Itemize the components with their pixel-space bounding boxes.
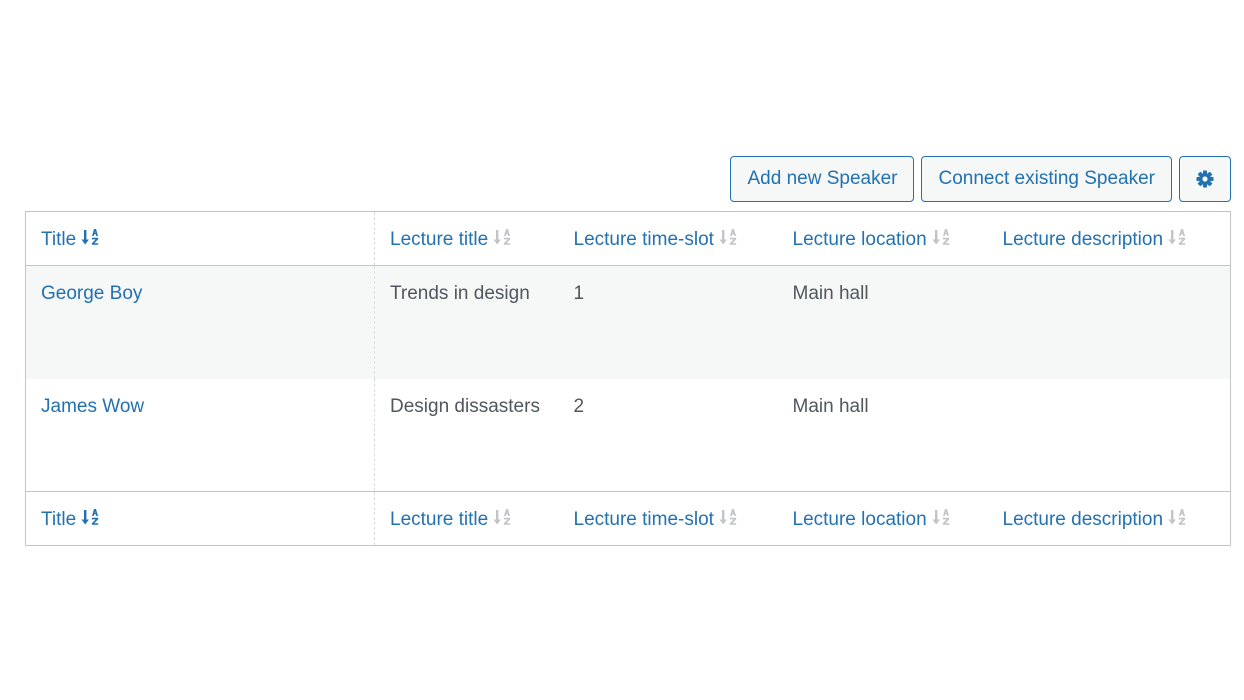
sort-active-icon <box>81 507 101 527</box>
column-label: Lecture title <box>390 508 489 530</box>
column-header-lecture-location[interactable]: Lecture location <box>778 212 988 266</box>
column-footer-lecture-title[interactable]: Lecture title <box>375 492 559 546</box>
lecture-description-cell <box>987 378 1231 492</box>
lecture-location-cell: Main hall <box>777 265 988 379</box>
column-label: Lecture location <box>792 508 927 530</box>
table-header-row: Title Lecture title Lecture time-slot Le… <box>25 211 1231 266</box>
column-header-lecture-title[interactable]: Lecture title <box>375 212 559 266</box>
column-header-lecture-description[interactable]: Lecture description <box>988 212 1231 266</box>
settings-button[interactable] <box>1179 156 1231 202</box>
column-label: Lecture title <box>390 228 489 250</box>
table-row: George Boy Trends in design 1 Main hall <box>25 265 1231 379</box>
lecture-time-slot-cell: 2 <box>558 378 778 492</box>
add-new-speaker-button[interactable]: Add new Speaker <box>730 156 915 202</box>
column-footer-lecture-description[interactable]: Lecture description <box>988 492 1231 546</box>
column-header-title[interactable]: Title <box>25 211 375 266</box>
sort-active-icon <box>81 227 101 247</box>
sort-inactive-icon <box>493 507 513 527</box>
table-row: James Wow Design dissasters 2 Main hall <box>25 378 1231 492</box>
lecture-description-cell <box>987 265 1231 379</box>
gear-icon <box>1195 169 1215 189</box>
column-footer-lecture-location[interactable]: Lecture location <box>778 492 988 546</box>
column-label: Lecture description <box>1002 508 1164 530</box>
speaker-title-link[interactable]: James Wow <box>25 378 375 492</box>
connect-existing-speaker-button[interactable]: Connect existing Speaker <box>921 156 1172 202</box>
lecture-title-cell: Design dissasters <box>374 378 559 492</box>
column-label: Title <box>41 228 77 250</box>
lecture-title-cell: Trends in design <box>374 265 559 379</box>
sort-inactive-icon <box>719 507 739 527</box>
column-label: Lecture location <box>792 228 927 250</box>
column-footer-title[interactable]: Title <box>25 491 375 546</box>
sort-inactive-icon <box>1168 227 1188 247</box>
sort-inactive-icon <box>932 227 952 247</box>
column-label: Title <box>41 508 77 530</box>
lecture-time-slot-cell: 1 <box>558 265 778 379</box>
table-footer-row: Title Lecture title Lecture time-slot Le… <box>25 491 1231 546</box>
column-label: Lecture time-slot <box>573 508 714 530</box>
column-label: Lecture time-slot <box>573 228 714 250</box>
column-header-lecture-time-slot[interactable]: Lecture time-slot <box>559 212 778 266</box>
lecture-location-cell: Main hall <box>777 378 988 492</box>
sort-inactive-icon <box>493 227 513 247</box>
sort-inactive-icon <box>719 227 739 247</box>
column-label: Lecture description <box>1002 228 1164 250</box>
speakers-table: Title Lecture title Lecture time-slot Le… <box>25 211 1231 546</box>
toolbar: Add new Speaker Connect existing Speaker <box>730 156 1231 202</box>
sort-inactive-icon <box>1168 507 1188 527</box>
column-footer-lecture-time-slot[interactable]: Lecture time-slot <box>559 492 778 546</box>
speaker-title-link[interactable]: George Boy <box>25 265 375 379</box>
sort-inactive-icon <box>932 507 952 527</box>
